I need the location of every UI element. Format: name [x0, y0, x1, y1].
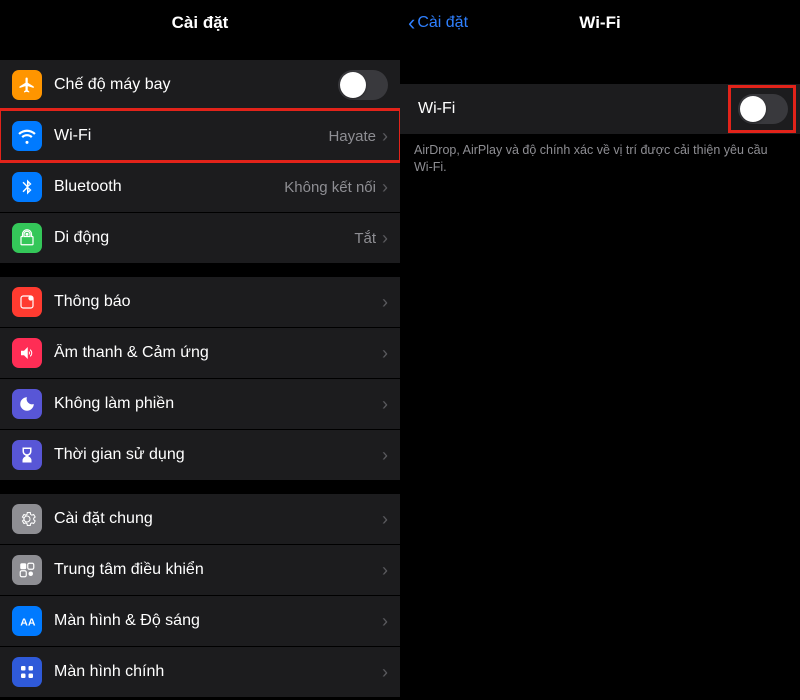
chevron-right-icon: › — [382, 611, 388, 632]
row-controlcenter[interactable]: Trung tâm điều khiển› — [0, 544, 400, 595]
home-icon — [12, 657, 42, 687]
row-value: Hayate — [328, 128, 376, 145]
controlcenter-icon — [12, 555, 42, 585]
airplane-icon — [12, 70, 42, 100]
chevron-right-icon: › — [382, 560, 388, 581]
page-title: Cài đặt — [172, 13, 229, 33]
svg-text:AA: AA — [20, 617, 36, 629]
settings-group: Chế độ máy bayWi-FiHayate›BluetoothKhông… — [0, 60, 400, 263]
row-label: Chế độ máy bay — [54, 76, 338, 94]
toggle-knob — [740, 96, 766, 122]
row-display[interactable]: AA Màn hình & Độ sáng› — [0, 595, 400, 646]
row-home[interactable]: Màn hình chính› — [0, 646, 400, 697]
display-icon: AA — [12, 606, 42, 636]
chevron-right-icon: › — [382, 509, 388, 530]
row-airplane[interactable]: Chế độ máy bay — [0, 60, 400, 110]
dnd-icon — [12, 389, 42, 419]
chevron-right-icon: › — [382, 394, 388, 415]
row-sounds[interactable]: Âm thanh & Cảm ứng› — [0, 327, 400, 378]
row-value: Không kết nối — [284, 179, 376, 196]
row-label: Thông báo — [54, 293, 382, 311]
row-cellular[interactable]: Di độngTắt › — [0, 212, 400, 263]
navbar-left: Cài đặt — [0, 0, 400, 46]
row-general[interactable]: Cài đặt chung› — [0, 494, 400, 544]
chevron-right-icon: › — [382, 343, 388, 364]
wifi-toggle[interactable] — [738, 94, 788, 124]
row-label: Di động — [54, 229, 354, 247]
screentime-icon — [12, 440, 42, 470]
row-wifi[interactable]: Wi-FiHayate › — [0, 110, 400, 161]
row-label: Màn hình & Độ sáng — [54, 612, 382, 630]
chevron-right-icon: › — [382, 126, 388, 147]
chevron-left-icon: ‹ — [408, 12, 415, 34]
row-label: Thời gian sử dụng — [54, 446, 382, 464]
wifi-detail-pane: ‹ Cài đặt Wi-Fi Wi-Fi AirDrop, AirPlay v… — [400, 0, 800, 700]
row-label: Wi-Fi — [54, 127, 328, 145]
general-icon — [12, 504, 42, 534]
row-label: Không làm phiền — [54, 395, 382, 413]
row-label: Bluetooth — [54, 178, 284, 196]
airplane-toggle[interactable] — [338, 70, 388, 100]
row-label: Cài đặt chung — [54, 510, 382, 528]
row-label: Trung tâm điều khiển — [54, 561, 382, 579]
wifi-icon — [12, 121, 42, 151]
chevron-right-icon: › — [382, 292, 388, 313]
back-button[interactable]: ‹ Cài đặt — [408, 12, 468, 34]
wifi-toggle-group: Wi-Fi — [400, 84, 800, 134]
row-bluetooth[interactable]: BluetoothKhông kết nối › — [0, 161, 400, 212]
row-dnd[interactable]: Không làm phiền› — [0, 378, 400, 429]
cellular-icon — [12, 223, 42, 253]
row-value: Tắt — [354, 230, 376, 247]
page-title: Wi-Fi — [579, 13, 620, 33]
wifi-footer-note: AirDrop, AirPlay và độ chính xác về vị t… — [400, 134, 800, 176]
chevron-right-icon: › — [382, 662, 388, 683]
row-notifications[interactable]: Thông báo› — [0, 277, 400, 327]
row-screentime[interactable]: Thời gian sử dụng› — [0, 429, 400, 480]
row-label: Màn hình chính — [54, 663, 382, 681]
notifications-icon — [12, 287, 42, 317]
settings-group: Thông báo›Âm thanh & Cảm ứng›Không làm p… — [0, 277, 400, 480]
wifi-master-row[interactable]: Wi-Fi — [400, 84, 800, 134]
settings-group: Cài đặt chung›Trung tâm điều khiển›AAMàn… — [0, 494, 400, 697]
toggle-knob — [340, 72, 366, 98]
settings-root-pane: Cài đặt Chế độ máy bayWi-FiHayate›Blueto… — [0, 0, 400, 700]
settings-list[interactable]: Chế độ máy bayWi-FiHayate›BluetoothKhông… — [0, 46, 400, 697]
back-label: Cài đặt — [417, 14, 468, 32]
sounds-icon — [12, 338, 42, 368]
chevron-right-icon: › — [382, 177, 388, 198]
bluetooth-icon — [12, 172, 42, 202]
chevron-right-icon: › — [382, 228, 388, 249]
row-label: Âm thanh & Cảm ứng — [54, 344, 382, 362]
wifi-toggle-label: Wi-Fi — [418, 100, 738, 118]
navbar-right: ‹ Cài đặt Wi-Fi — [400, 0, 800, 46]
chevron-right-icon: › — [382, 445, 388, 466]
